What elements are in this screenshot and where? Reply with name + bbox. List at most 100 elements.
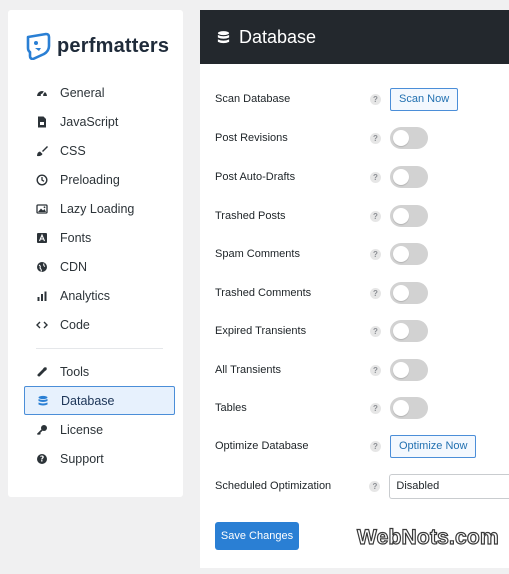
- sidebar-item-label: License: [60, 422, 104, 437]
- sidebar-item-label: Fonts: [60, 230, 92, 245]
- perfmatters-logo-icon: [26, 32, 51, 60]
- font-icon: [36, 232, 48, 244]
- sidebar-item-lazy-loading[interactable]: Lazy Loading: [24, 194, 175, 223]
- sidebar-item-preloading[interactable]: Preloading: [24, 165, 175, 194]
- save-changes-button[interactable]: Save Changes: [215, 522, 299, 550]
- sidebar-item-label: CSS: [60, 143, 86, 158]
- sidebar-item-fonts[interactable]: Fonts: [24, 223, 175, 252]
- sidebar-item-css[interactable]: CSS: [24, 136, 175, 165]
- sidebar-item-analytics[interactable]: Analytics: [24, 281, 175, 310]
- spam-comments-toggle[interactable]: [390, 243, 428, 265]
- database-settings-panel: Database Scan Database ? Scan Now Post R…: [200, 10, 509, 568]
- all-transients-toggle[interactable]: [390, 359, 428, 381]
- brush-icon: [36, 145, 48, 157]
- help-tooltip-icon[interactable]: ?: [370, 325, 381, 337]
- help-tooltip-icon[interactable]: ?: [370, 287, 381, 299]
- setting-row-trashed-comments: Trashed Comments ?: [215, 280, 509, 306]
- panel-header: Database: [200, 10, 509, 64]
- sidebar-item-javascript[interactable]: JavaScript: [24, 107, 175, 136]
- setting-label: Expired Transients: [215, 325, 307, 337]
- sidebar-item-database[interactable]: Database: [24, 386, 175, 415]
- sidebar-item-general[interactable]: General: [24, 78, 175, 107]
- post-auto-drafts-toggle[interactable]: [390, 166, 428, 188]
- help-tooltip-icon[interactable]: ?: [370, 364, 381, 376]
- database-icon: [217, 30, 230, 43]
- file-js-icon: [36, 116, 48, 128]
- trashed-posts-toggle[interactable]: [390, 205, 428, 227]
- sidebar-item-support[interactable]: ? Support: [24, 444, 175, 473]
- help-circle-icon: ?: [36, 453, 48, 465]
- toggle-knob: [393, 400, 409, 416]
- page-title: Database: [239, 26, 317, 47]
- brand-logo[interactable]: perfmatters: [25, 31, 169, 61]
- svg-text:?: ?: [40, 454, 44, 463]
- setting-row-post-revisions: Post Revisions ?: [215, 125, 509, 151]
- tables-toggle[interactable]: [390, 397, 428, 419]
- setting-row-spam-comments: Spam Comments ?: [215, 241, 509, 267]
- post-revisions-toggle[interactable]: [390, 127, 428, 149]
- setting-row-trashed-posts: Trashed Posts ?: [215, 203, 509, 229]
- setting-row-scan-database: Scan Database ? Scan Now: [215, 86, 509, 112]
- optimize-now-button[interactable]: Optimize Now: [390, 434, 477, 458]
- sidebar-item-label: Database: [61, 393, 115, 408]
- brand-name: perfmatters: [57, 34, 170, 57]
- help-tooltip-icon[interactable]: ?: [369, 480, 381, 492]
- sidebar-item-label: Lazy Loading: [60, 201, 135, 216]
- sidebar-item-label: Preloading: [60, 172, 120, 187]
- database-icon: [37, 395, 49, 407]
- scheduled-optimization-select[interactable]: Disabled: [389, 473, 509, 499]
- toggle-knob: [393, 169, 409, 185]
- sidebar-item-label: General: [60, 85, 105, 100]
- sidebar-item-label: Tools: [60, 364, 90, 379]
- expired-transients-toggle[interactable]: [390, 320, 428, 342]
- sidebar-item-label: Analytics: [60, 288, 111, 303]
- globe-icon: [36, 261, 48, 273]
- help-tooltip-icon[interactable]: ?: [370, 210, 381, 222]
- help-tooltip-icon[interactable]: ?: [370, 248, 381, 260]
- setting-row-scheduled-optimization: Scheduled Optimization ? Disabled: [215, 473, 509, 499]
- setting-row-all-transients: All Transients ?: [215, 357, 509, 383]
- sidebar-divider: [36, 348, 163, 349]
- toggle-knob: [393, 323, 409, 339]
- toggle-knob: [393, 285, 409, 301]
- setting-label: All Transients: [215, 364, 282, 376]
- key-icon: [36, 424, 48, 436]
- setting-label: Scheduled Optimization: [215, 480, 332, 492]
- help-tooltip-icon[interactable]: ?: [370, 93, 381, 105]
- trashed-comments-toggle[interactable]: [390, 282, 428, 304]
- scan-now-button[interactable]: Scan Now: [390, 87, 459, 111]
- watermark: WebNots.com: [356, 525, 499, 549]
- setting-label: Post Auto-Drafts: [215, 171, 296, 183]
- help-tooltip-icon[interactable]: ?: [370, 132, 381, 144]
- sidebar-item-tools[interactable]: Tools: [24, 357, 175, 386]
- sidebar-item-code[interactable]: Code: [24, 310, 175, 339]
- sidebar-item-label: JavaScript: [60, 114, 119, 129]
- image-icon: [36, 203, 48, 215]
- sidebar-primary-nav: General JavaScript CSS Preloading Lazy L…: [24, 78, 175, 473]
- clock-icon: [36, 173, 48, 186]
- setting-row-post-auto-drafts: Post Auto-Drafts ?: [215, 164, 509, 190]
- gauge-icon: [36, 87, 48, 99]
- setting-label: Tables: [215, 402, 247, 414]
- setting-label: Spam Comments: [215, 248, 300, 260]
- setting-row-expired-transients: Expired Transients ?: [215, 318, 509, 344]
- setting-label: Trashed Comments: [215, 287, 312, 299]
- sidebar-item-label: Support: [60, 451, 104, 466]
- sidebar-item-license[interactable]: License: [24, 415, 175, 444]
- help-tooltip-icon[interactable]: ?: [370, 440, 381, 452]
- toggle-knob: [393, 208, 409, 224]
- setting-label: Optimize Database: [215, 440, 309, 452]
- code-icon: [36, 319, 48, 331]
- setting-row-tables: Tables ?: [215, 395, 509, 421]
- sidebar-item-label: Code: [60, 317, 90, 332]
- setting-label: Trashed Posts: [215, 210, 286, 222]
- help-tooltip-icon[interactable]: ?: [370, 402, 381, 414]
- setting-label: Scan Database: [215, 93, 291, 105]
- sidebar-item-cdn[interactable]: CDN: [24, 252, 175, 281]
- setting-row-optimize-database: Optimize Database ? Optimize Now: [215, 433, 509, 459]
- toggle-knob: [393, 362, 409, 378]
- toggle-knob: [393, 246, 409, 262]
- help-tooltip-icon[interactable]: ?: [370, 171, 381, 183]
- wrench-icon: [36, 366, 48, 378]
- sidebar-item-label: CDN: [60, 259, 88, 274]
